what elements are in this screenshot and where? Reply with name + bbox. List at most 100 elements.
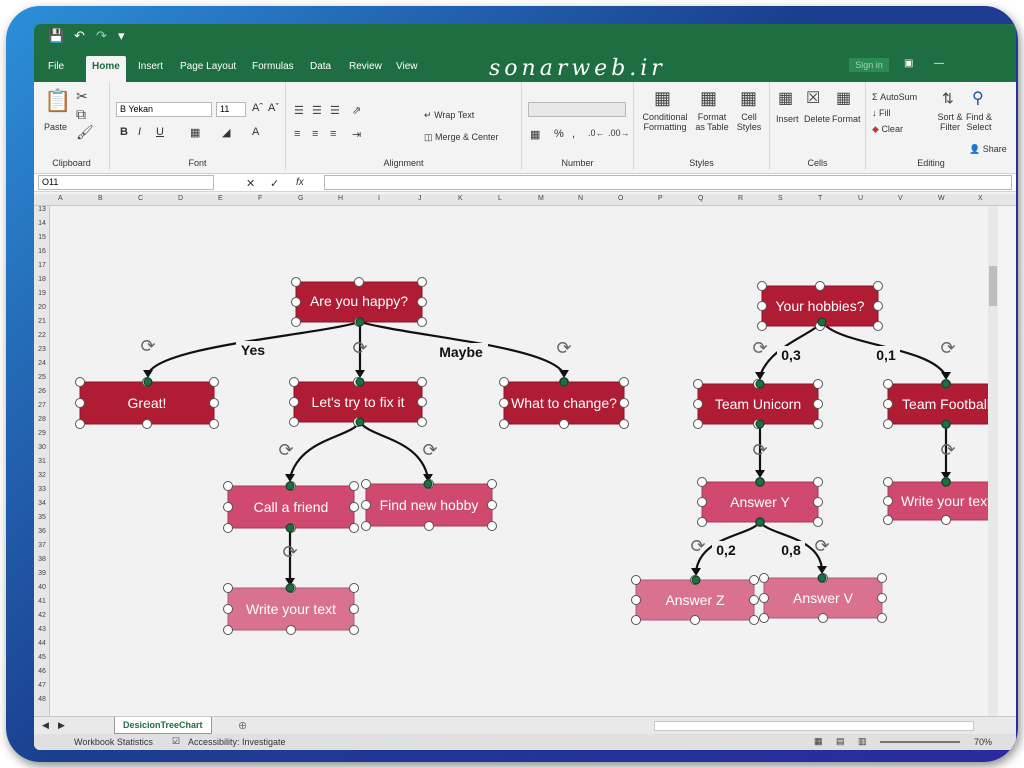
- comma-icon[interactable]: ,: [572, 128, 575, 140]
- cell-styles-button[interactable]: Cell Styles: [734, 112, 764, 132]
- column-header[interactable]: S: [778, 195, 783, 202]
- resize-handle[interactable]: [223, 523, 233, 533]
- borders-icon[interactable]: ▦: [190, 126, 200, 139]
- normal-view-icon[interactable]: ▦: [814, 736, 823, 747]
- resize-handle[interactable]: [142, 419, 152, 429]
- column-header[interactable]: V: [898, 195, 903, 202]
- sheet-tab-active[interactable]: DesicionTreeChart: [114, 717, 212, 734]
- prev-sheet-icon[interactable]: ◀: [42, 720, 49, 731]
- align-right-icon[interactable]: ≡: [330, 128, 336, 140]
- resize-handle[interactable]: [417, 277, 427, 287]
- column-header[interactable]: T: [818, 195, 822, 202]
- row-header[interactable]: 44: [34, 640, 50, 647]
- insert-cells-button[interactable]: Insert: [776, 114, 799, 124]
- resize-handle[interactable]: [361, 521, 371, 531]
- rotate-handle-icon[interactable]: ⟳: [940, 338, 955, 358]
- connection-point[interactable]: [355, 317, 365, 327]
- resize-handle[interactable]: [697, 477, 707, 487]
- resize-handle[interactable]: [487, 521, 497, 531]
- page-layout-view-icon[interactable]: ▤: [836, 736, 845, 747]
- row-header[interactable]: 36: [34, 528, 50, 535]
- column-header[interactable]: L: [498, 195, 502, 202]
- rotate-handle-icon[interactable]: ⟳: [278, 440, 293, 460]
- resize-handle[interactable]: [349, 604, 359, 614]
- connection-point[interactable]: [755, 477, 765, 487]
- row-header[interactable]: 37: [34, 542, 50, 549]
- accessibility-status[interactable]: Accessibility: Investigate: [188, 737, 286, 747]
- resize-handle[interactable]: [223, 583, 233, 593]
- add-sheet-icon[interactable]: ⊕: [238, 719, 247, 732]
- row-header[interactable]: 30: [34, 444, 50, 451]
- workbook-statistics[interactable]: Workbook Statistics: [74, 737, 153, 747]
- connection-point[interactable]: [559, 377, 569, 387]
- align-bottom-icon[interactable]: ☰: [330, 104, 340, 117]
- resize-handle[interactable]: [883, 515, 893, 525]
- rotate-handle-icon[interactable]: ⟳: [752, 440, 767, 460]
- resize-handle[interactable]: [749, 575, 759, 585]
- row-header[interactable]: 17: [34, 262, 50, 269]
- resize-handle[interactable]: [631, 615, 641, 625]
- column-header[interactable]: M: [538, 195, 544, 202]
- resize-handle[interactable]: [349, 523, 359, 533]
- resize-handle[interactable]: [487, 479, 497, 489]
- page-break-view-icon[interactable]: ▥: [858, 736, 867, 747]
- resize-handle[interactable]: [417, 297, 427, 307]
- resize-handle[interactable]: [759, 573, 769, 583]
- ribbon-display-icon[interactable]: ▣: [904, 58, 913, 69]
- row-header[interactable]: 39: [34, 570, 50, 577]
- name-box[interactable]: O11: [38, 175, 214, 190]
- font-color-icon[interactable]: A: [252, 126, 259, 138]
- formula-input[interactable]: [324, 175, 1012, 190]
- tab-file[interactable]: File: [42, 56, 70, 78]
- resize-handle[interactable]: [361, 500, 371, 510]
- scrollbar-thumb[interactable]: [989, 266, 997, 306]
- resize-handle[interactable]: [499, 419, 509, 429]
- resize-handle[interactable]: [209, 398, 219, 408]
- resize-handle[interactable]: [877, 613, 887, 623]
- find-select-button[interactable]: Find & Select: [964, 112, 994, 132]
- connection-point[interactable]: [817, 317, 827, 327]
- resize-handle[interactable]: [631, 595, 641, 605]
- row-header[interactable]: 25: [34, 374, 50, 381]
- autosum-button[interactable]: Σ AutoSum: [872, 92, 917, 102]
- format-as-table-button[interactable]: Format as Table: [692, 112, 732, 132]
- resize-handle[interactable]: [619, 419, 629, 429]
- resize-handle[interactable]: [487, 500, 497, 510]
- row-header[interactable]: 22: [34, 332, 50, 339]
- connection-point[interactable]: [691, 575, 701, 585]
- connection-point[interactable]: [941, 419, 951, 429]
- underline-icon[interactable]: U: [156, 126, 164, 138]
- column-header[interactable]: U: [858, 195, 863, 202]
- percent-button[interactable]: %: [554, 128, 564, 140]
- number-format-select[interactable]: [528, 102, 626, 117]
- resize-handle[interactable]: [693, 399, 703, 409]
- tab-data[interactable]: Data: [304, 56, 337, 78]
- worksheet-area[interactable]: Yes Maybe 0,3 0,1 0,2 0,8 ⟳ ⟳ ⟳ ⟳ ⟳ ⟳ ⟳ …: [50, 206, 1009, 716]
- row-header[interactable]: 19: [34, 290, 50, 297]
- rotate-handle-icon[interactable]: ⟳: [282, 542, 297, 562]
- resize-handle[interactable]: [417, 417, 427, 427]
- row-header[interactable]: 43: [34, 626, 50, 633]
- conditional-formatting-button[interactable]: Conditional Formatting: [640, 112, 690, 132]
- resize-handle[interactable]: [223, 604, 233, 614]
- row-header[interactable]: 24: [34, 360, 50, 367]
- row-header[interactable]: 47: [34, 682, 50, 689]
- vertical-scrollbar[interactable]: [988, 206, 998, 716]
- resize-handle[interactable]: [813, 477, 823, 487]
- rotate-handle-icon[interactable]: ⟳: [690, 536, 705, 556]
- save-icon[interactable]: 💾: [48, 28, 64, 44]
- resize-handle[interactable]: [883, 477, 893, 487]
- row-header[interactable]: 42: [34, 612, 50, 619]
- connection-point[interactable]: [941, 477, 951, 487]
- undo-icon[interactable]: ↶: [74, 28, 85, 44]
- resize-handle[interactable]: [361, 479, 371, 489]
- fill-button[interactable]: ↓ Fill: [872, 108, 891, 118]
- resize-handle[interactable]: [417, 397, 427, 407]
- redo-icon[interactable]: ↷: [96, 28, 107, 44]
- resize-handle[interactable]: [289, 397, 299, 407]
- resize-handle[interactable]: [291, 317, 301, 327]
- resize-handle[interactable]: [759, 593, 769, 603]
- bold-icon[interactable]: B: [120, 126, 128, 138]
- row-header[interactable]: 21: [34, 318, 50, 325]
- resize-handle[interactable]: [289, 377, 299, 387]
